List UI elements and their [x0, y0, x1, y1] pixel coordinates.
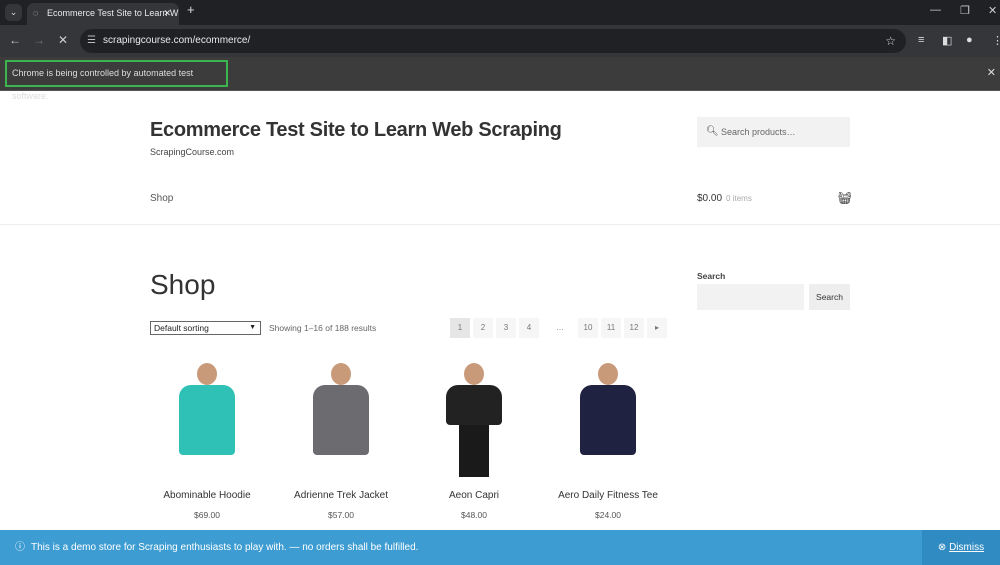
product-price: $48.00 — [461, 510, 487, 520]
store-notice: ⓘ This is a demo store for Scraping enth… — [0, 530, 1000, 565]
product-card[interactable]: Aeon Capri $48.00 — [416, 361, 532, 520]
info-icon: ⓘ — [15, 542, 25, 553]
product-image[interactable] — [550, 361, 666, 477]
basket-icon[interactable]: 🧺︎ — [837, 191, 852, 205]
product-card[interactable]: Abominable Hoodie $69.00 — [149, 361, 265, 520]
page-ellipsis: … — [556, 323, 564, 332]
pagination: 1 2 3 4 … 10 11 12 ▸ — [450, 318, 670, 338]
page-title: Shop — [150, 269, 216, 300]
product-price: $69.00 — [194, 510, 220, 520]
search-widget-button[interactable]: Search — [809, 284, 850, 310]
tab-strip: ⌄ ◌ Ecommerce Test Site to Learn W ✕ + —… — [0, 0, 1000, 25]
site-info-icon[interactable]: ☰ — [87, 29, 96, 53]
site-title[interactable]: Ecommerce Test Site to Learn Web Scrapin… — [150, 119, 562, 142]
page-10[interactable]: 10 — [578, 318, 598, 338]
product-image[interactable] — [149, 361, 265, 477]
result-count: Showing 1–16 of 188 results — [269, 323, 377, 333]
favicon-icon: ◌ — [33, 8, 39, 18]
page-11[interactable]: 11 — [601, 318, 621, 338]
notice-text: This is a demo store for Scraping enthus… — [31, 542, 419, 553]
product-price: $24.00 — [595, 510, 621, 520]
menu-icon[interactable]: ⋮ — [992, 34, 1000, 47]
product-image[interactable] — [283, 361, 399, 477]
tab-close-icon[interactable]: ✕ — [163, 3, 171, 24]
dismiss-button[interactable]: ⊗ Dismiss — [922, 530, 1000, 565]
page-4[interactable]: 4 — [519, 318, 539, 338]
product-card[interactable]: Aero Daily Fitness Tee $24.00 — [550, 361, 666, 520]
sorting-value: Default sorting — [154, 323, 209, 333]
product-name[interactable]: Abominable Hoodie — [149, 490, 265, 501]
product-name[interactable]: Aeon Capri — [416, 490, 532, 501]
minimize-icon[interactable]: — — [930, 4, 941, 16]
close-circle-icon: ⊗ — [937, 542, 950, 553]
back-icon[interactable]: ← — [9, 33, 21, 47]
nav-shop-link[interactable]: Shop — [150, 193, 173, 204]
restore-icon[interactable]: ❐ — [960, 4, 970, 17]
automation-infobar: Chrome is being controlled by automated … — [0, 57, 1000, 101]
search-icon: 🔍︎ — [706, 126, 719, 137]
site-tagline: ScrapingCourse.com — [150, 147, 235, 157]
product-image[interactable] — [416, 361, 532, 477]
infobar-message: Chrome is being controlled by automated … — [5, 60, 228, 101]
bookmark-star-icon[interactable]: ☆ — [885, 29, 896, 53]
address-bar[interactable]: ☰ scrapingcourse.com/ecommerce/ ☆ — [80, 29, 906, 53]
side-panel-icon[interactable]: ◧ — [942, 34, 952, 47]
cart-count: 0 items — [726, 194, 752, 203]
search-widget-label: Search — [697, 271, 726, 281]
product-name[interactable]: Adrienne Trek Jacket — [283, 490, 399, 501]
new-tab-button[interactable]: + — [187, 2, 195, 17]
stop-loading-icon[interactable]: ✕ — [58, 33, 68, 47]
tab-search-button[interactable]: ⌄ — [5, 4, 22, 21]
chevron-down-icon: ▼ — [249, 324, 256, 331]
page-3[interactable]: 3 — [496, 318, 516, 338]
browser-tab[interactable]: ◌ Ecommerce Test Site to Learn W ✕ — [27, 3, 179, 25]
cart-link[interactable]: $0.00 0 items — [697, 193, 752, 204]
profile-icon[interactable]: ● — [966, 34, 973, 46]
page-12[interactable]: 12 — [624, 318, 644, 338]
cart-total: $0.00 — [697, 193, 723, 204]
search-widget-input[interactable] — [697, 284, 804, 310]
url-text: scrapingcourse.com/ecommerce/ — [103, 35, 251, 46]
product-price: $57.00 — [328, 510, 354, 520]
product-search-input[interactable]: 🔍︎ Search products… — [697, 117, 850, 147]
page-2[interactable]: 2 — [473, 318, 493, 338]
next-page-icon[interactable]: ▸ — [647, 318, 667, 338]
infobar-close-icon[interactable]: ✕ — [987, 66, 996, 79]
media-icon[interactable]: ≡ — [918, 34, 924, 46]
page-1[interactable]: 1 — [450, 318, 470, 338]
search-placeholder: Search products… — [721, 127, 796, 137]
page-content: Ecommerce Test Site to Learn Web Scrapin… — [0, 91, 1000, 565]
tab-title: Ecommerce Test Site to Learn W — [47, 8, 179, 18]
product-name[interactable]: Aero Daily Fitness Tee — [550, 490, 666, 501]
header-divider — [0, 224, 1000, 225]
forward-icon[interactable]: → — [33, 33, 45, 47]
product-card[interactable]: Adrienne Trek Jacket $57.00 — [283, 361, 399, 520]
toolbar: ← → ✕ ☰ scrapingcourse.com/ecommerce/ ☆ … — [0, 25, 1000, 57]
close-window-icon[interactable]: ✕ — [988, 4, 997, 17]
sorting-select[interactable]: Default sorting ▼ — [150, 321, 261, 335]
